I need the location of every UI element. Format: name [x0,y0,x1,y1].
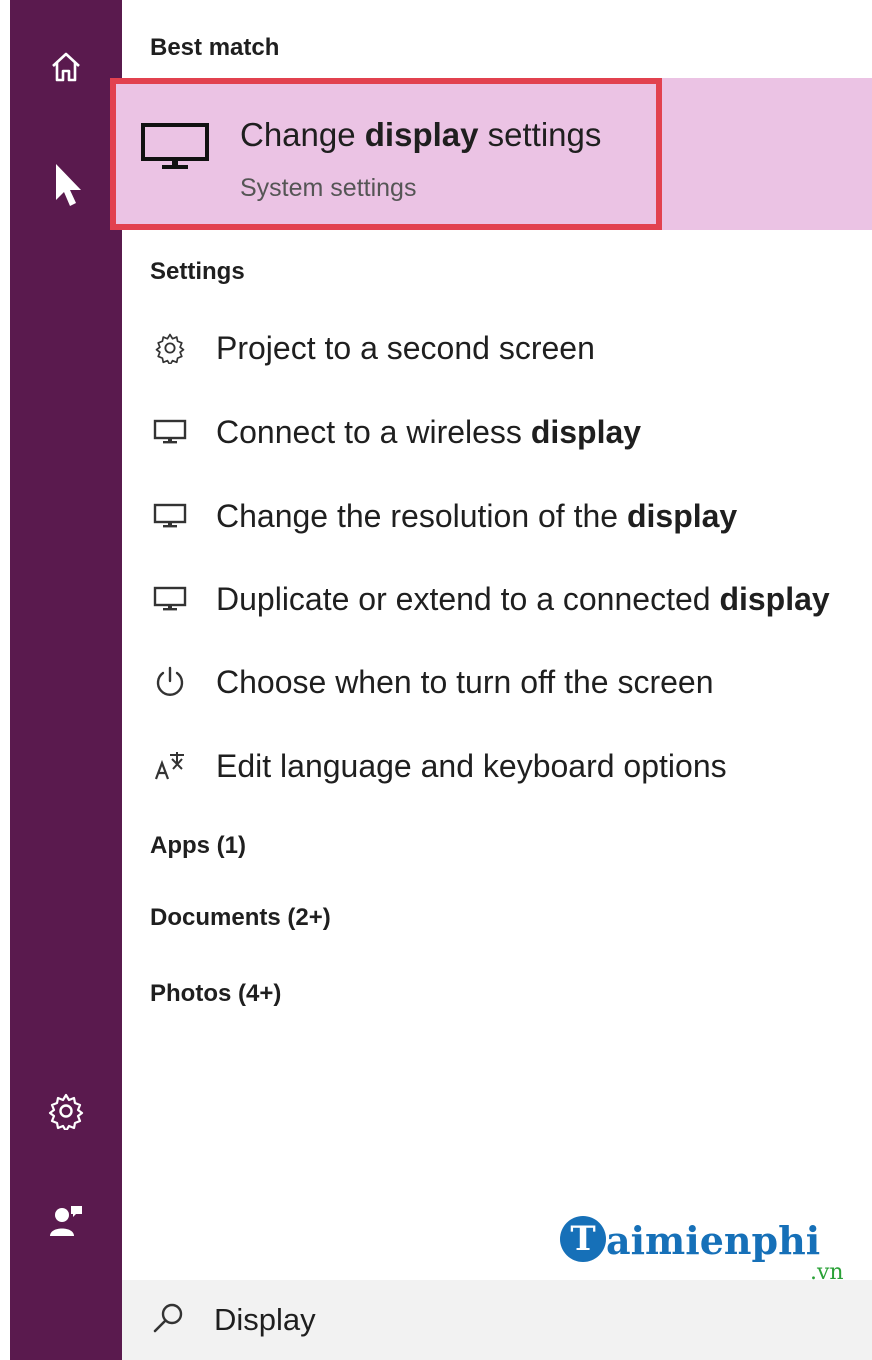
monitor-icon [150,412,190,452]
settings-item-label: Connect to a wireless display [216,413,642,450]
mouse-cursor-icon [10,160,122,210]
gear-icon [150,328,190,368]
photos-heading[interactable]: Photos (4+) [150,980,281,1008]
settings-item-change-resolution[interactable]: Change the resolution of the display [150,486,872,546]
settings-item-duplicate-extend[interactable]: Duplicate or extend to a connected displ… [150,569,872,629]
settings-heading: Settings [150,258,245,285]
apps-heading[interactable]: Apps (1) [150,832,246,860]
search-box[interactable]: Display [122,1280,872,1360]
best-match-result[interactable]: Change display settings System settings [110,78,872,230]
documents-heading[interactable]: Documents (2+) [150,904,331,932]
best-match-title: Change display settings [240,116,602,153]
search-results-panel: Best match Change display settings Syste… [110,0,872,1360]
left-gutter [0,0,10,1360]
best-match-subtitle: System settings [240,174,417,202]
language-icon [150,746,190,786]
settings-item-connect-wireless-display[interactable]: Connect to a wireless display [150,402,872,462]
home-icon[interactable] [10,50,122,84]
side-rail [10,0,122,1360]
settings-gear-icon[interactable] [10,1092,122,1130]
power-icon [150,662,190,702]
settings-item-label: Choose when to turn off the screen [216,663,714,700]
settings-item-label: Edit language and keyboard options [216,747,727,784]
monitor-icon [150,496,190,536]
monitor-icon [150,579,190,619]
user-feedback-icon[interactable] [10,1202,122,1240]
search-icon [150,1300,186,1341]
settings-item-edit-language[interactable]: Edit language and keyboard options [150,736,872,796]
best-match-heading: Best match [150,34,280,61]
watermark-badge: T [560,1216,606,1262]
search-input[interactable]: Display [214,1302,316,1338]
settings-item-label: Change the resolution of the display [216,497,738,534]
watermark-text: aimienphi [606,1218,821,1263]
monitor-icon [140,122,210,175]
settings-item-project-second-screen[interactable]: Project to a second screen [150,318,872,378]
settings-item-label: Duplicate or extend to a connected displ… [216,580,830,617]
settings-item-label: Project to a second screen [216,329,595,366]
settings-item-turn-off-screen[interactable]: Choose when to turn off the screen [150,652,872,712]
